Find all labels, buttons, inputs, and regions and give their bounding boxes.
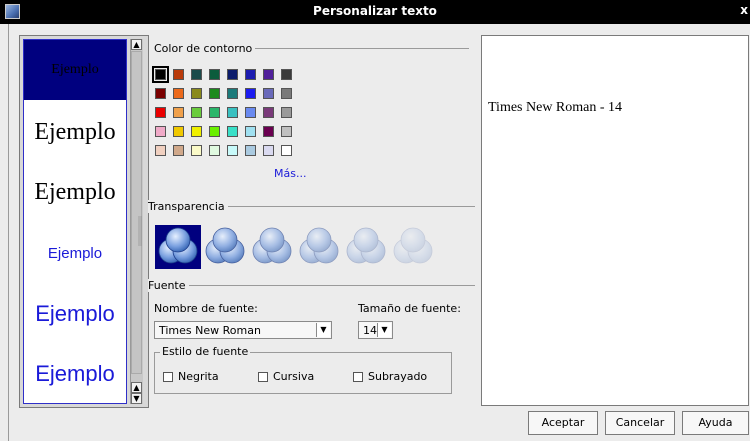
chevron-down-icon[interactable]: ▼ (316, 323, 330, 337)
color-swatch[interactable] (245, 107, 256, 118)
color-swatch[interactable] (227, 145, 238, 156)
color-swatch[interactable] (191, 126, 202, 137)
font-style-label: Estilo de fuente (160, 345, 251, 358)
sample-item-5[interactable]: Ejemplo (24, 284, 126, 344)
window-title: Personalizar texto (313, 4, 437, 18)
color-swatch[interactable] (209, 126, 220, 137)
overlapping-spheres-icon (205, 227, 245, 264)
transparency-option[interactable] (343, 225, 389, 269)
transparency-option[interactable] (155, 225, 201, 269)
color-swatch[interactable] (173, 69, 184, 80)
more-colors-link[interactable]: Más... (274, 167, 306, 180)
sample-item-2[interactable]: Ejemplo (24, 102, 126, 162)
transparency-option[interactable] (249, 225, 295, 269)
font-name-label: Nombre de fuente: (154, 302, 258, 315)
checkbox-box[interactable] (163, 371, 173, 382)
scroll-up-button[interactable]: ▲ (131, 39, 142, 50)
color-swatch[interactable] (155, 145, 166, 156)
font-name-select[interactable]: Times New Roman ▼ (154, 321, 332, 339)
splitter-grip[interactable] (138, 216, 142, 246)
font-size-select[interactable]: 14 ▼ (358, 321, 393, 339)
overlapping-spheres-icon (299, 227, 339, 264)
accept-button[interactable]: Aceptar (528, 411, 598, 435)
bold-checkbox[interactable]: Negrita (163, 370, 219, 383)
italic-label: Cursiva (273, 370, 315, 383)
color-swatch[interactable] (173, 145, 184, 156)
overlapping-spheres-icon (346, 227, 386, 264)
transparency-option[interactable] (390, 225, 436, 269)
scroll-thumb[interactable] (131, 51, 142, 374)
color-swatch[interactable] (209, 107, 220, 118)
font-label: Fuente (148, 279, 189, 292)
color-swatch[interactable] (155, 107, 166, 118)
outline-color-label: Color de contorno (154, 42, 256, 55)
color-swatch[interactable] (263, 69, 274, 80)
color-swatch[interactable] (281, 107, 292, 118)
color-swatch[interactable] (245, 69, 256, 80)
color-swatch[interactable] (263, 126, 274, 137)
color-swatch[interactable] (281, 126, 292, 137)
cancel-button[interactable]: Cancelar (605, 411, 675, 435)
color-swatch[interactable] (245, 126, 256, 137)
preview-panel: Times New Roman - 14 (481, 35, 749, 406)
sample-item-1[interactable]: Ejemplo (24, 40, 126, 100)
transparency-label: Transparencia (148, 200, 228, 213)
overlapping-spheres-icon (393, 227, 433, 264)
color-swatch[interactable] (245, 145, 256, 156)
title-bar: Personalizar texto x (0, 0, 750, 24)
close-icon[interactable]: x (740, 3, 748, 17)
overlapping-spheres-icon (252, 227, 292, 264)
color-swatch[interactable] (227, 107, 238, 118)
color-swatch[interactable] (245, 88, 256, 99)
underline-label: Subrayado (368, 370, 428, 383)
color-swatch[interactable] (281, 69, 292, 80)
font-divider (149, 285, 475, 286)
font-size-label: Tamaño de fuente: (358, 302, 461, 315)
color-swatch[interactable] (155, 126, 166, 137)
font-name-value: Times New Roman (159, 324, 261, 337)
sample-item-6[interactable]: Ejemplo (24, 344, 126, 404)
dialog-body: Ejemplo Ejemplo Ejemplo Ejemplo Ejemplo … (8, 24, 750, 441)
sample-item-3[interactable]: Ejemplo (24, 162, 126, 222)
color-swatch[interactable] (191, 145, 202, 156)
sample-item-4[interactable]: Ejemplo (24, 223, 126, 283)
color-swatch[interactable] (191, 69, 202, 80)
transparency-option[interactable] (296, 225, 342, 269)
transparency-option[interactable] (202, 225, 248, 269)
color-swatch[interactable] (227, 69, 238, 80)
color-swatch[interactable] (263, 107, 274, 118)
chevron-down-icon[interactable]: ▼ (377, 323, 391, 337)
color-swatch[interactable] (281, 145, 292, 156)
color-swatch[interactable] (191, 107, 202, 118)
color-swatch[interactable] (227, 88, 238, 99)
color-swatch[interactable] (263, 145, 274, 156)
underline-checkbox[interactable]: Subrayado (353, 370, 427, 383)
overlapping-spheres-icon (158, 227, 198, 264)
color-swatch[interactable] (281, 88, 292, 99)
color-swatch[interactable] (191, 88, 202, 99)
checkbox-box[interactable] (258, 371, 268, 382)
italic-checkbox[interactable]: Cursiva (258, 370, 314, 383)
bold-label: Negrita (178, 370, 219, 383)
color-swatch[interactable] (173, 107, 184, 118)
font-size-value: 14 (363, 324, 377, 337)
color-swatch[interactable] (209, 88, 220, 99)
checkbox-box[interactable] (353, 371, 363, 382)
color-swatch[interactable] (263, 88, 274, 99)
help-button[interactable]: Ayuda (682, 411, 749, 435)
sample-list[interactable]: Ejemplo Ejemplo Ejemplo Ejemplo Ejemplo … (23, 39, 127, 404)
color-swatch[interactable] (155, 88, 166, 99)
preview-text: Times New Roman - 14 (488, 100, 623, 115)
sample-list-panel: Ejemplo Ejemplo Ejemplo Ejemplo Ejemplo … (19, 35, 149, 408)
color-swatch[interactable] (209, 69, 220, 80)
color-swatch[interactable] (227, 126, 238, 137)
color-swatch[interactable] (173, 126, 184, 137)
color-swatch[interactable] (152, 66, 169, 83)
color-swatch[interactable] (173, 88, 184, 99)
color-swatch[interactable] (209, 145, 220, 156)
scroll-down-button[interactable]: ▼ (131, 393, 142, 404)
scroll-up-button-bottom[interactable]: ▲ (131, 382, 142, 393)
